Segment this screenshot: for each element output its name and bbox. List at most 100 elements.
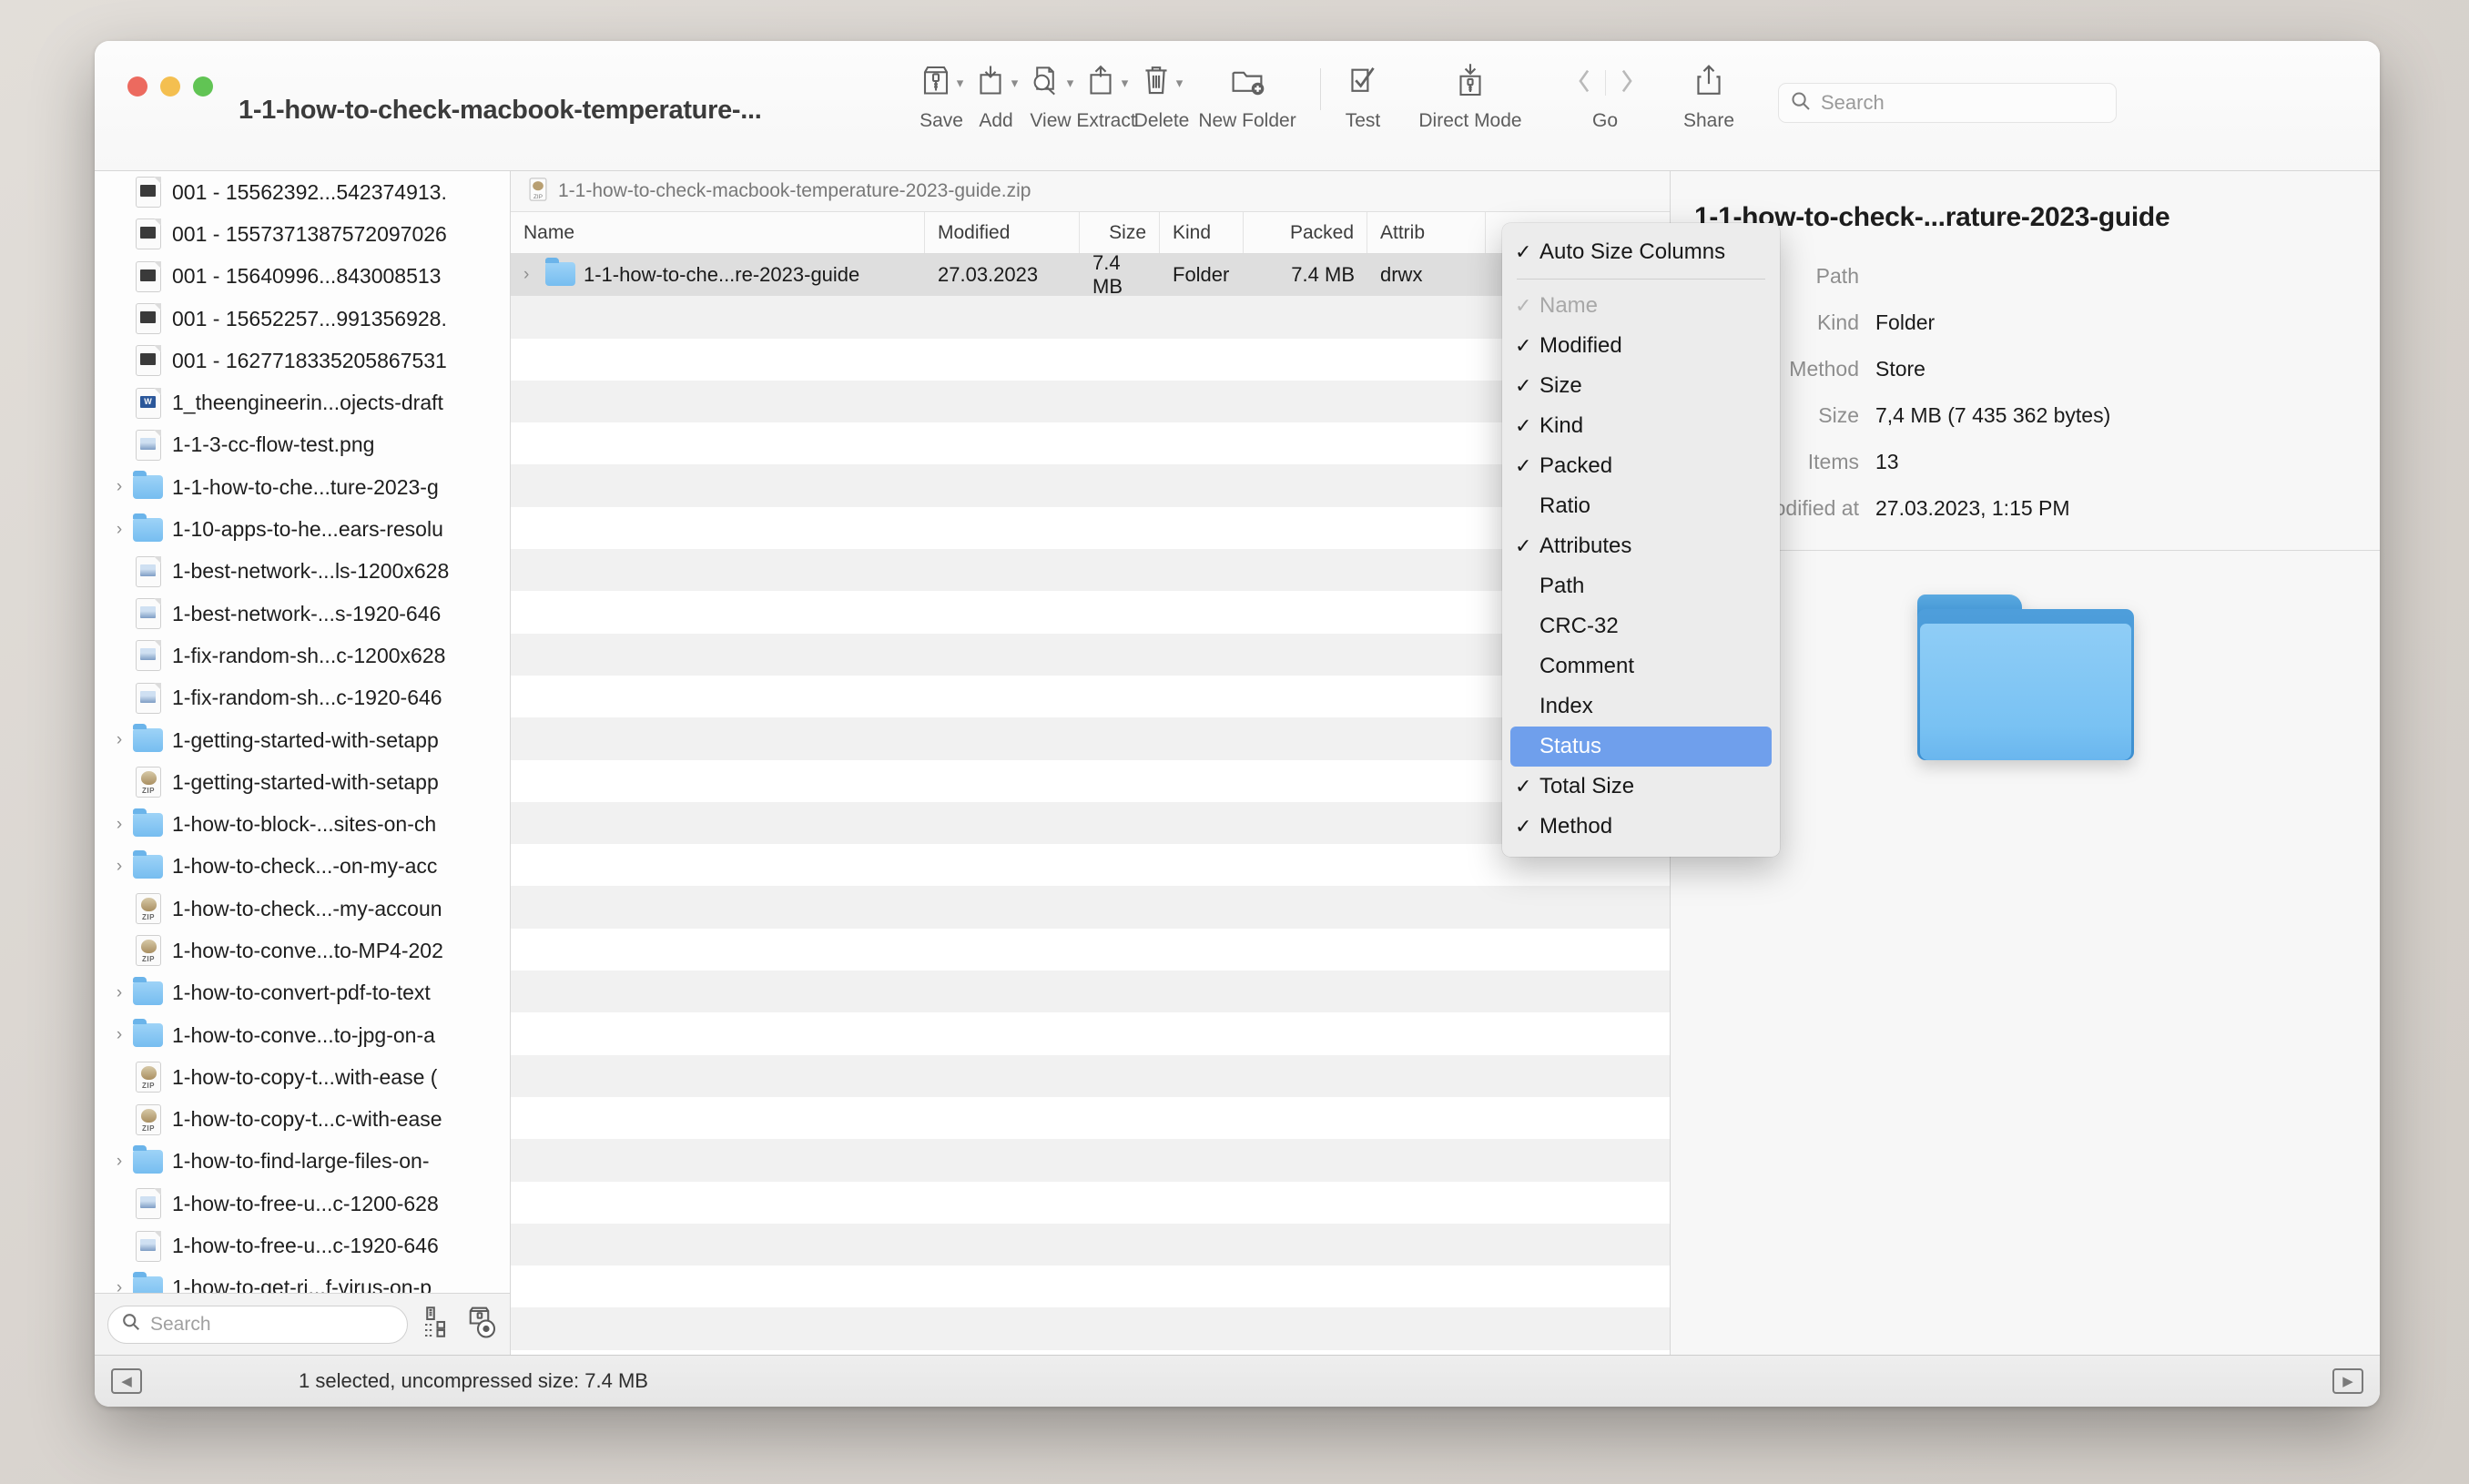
column-header-size[interactable]: Size <box>1080 212 1160 253</box>
back-icon[interactable] <box>1572 65 1596 102</box>
forward-icon[interactable] <box>1615 65 1639 102</box>
minimize-button[interactable] <box>160 76 180 97</box>
disclosure-triangle-icon[interactable]: › <box>106 1152 133 1172</box>
share-button[interactable]: Share <box>1660 61 1758 132</box>
menu-item[interactable]: ✓ Size <box>1502 366 1780 406</box>
sidebar-list-item[interactable]: 1-fix-random-sh...c-1200x628 <box>95 635 510 676</box>
disclosure-triangle-icon[interactable]: › <box>106 730 133 750</box>
sidebar-search-input[interactable]: Search <box>107 1305 408 1344</box>
delete-button[interactable]: ▾ Delete <box>1134 61 1189 132</box>
cell-kind: Folder <box>1173 263 1230 287</box>
sidebar-list-item[interactable]: 001 - 15652257...991356928. <box>95 298 510 340</box>
word-document-icon: W <box>136 387 161 419</box>
sidebar-list-item[interactable]: › 1-how-to-get-ri...f-virus-on-p <box>95 1267 510 1293</box>
column-options-context-menu[interactable]: ✓ Auto Size Columns ✓ Name ✓ Modified ✓ Size ✓ Ki… <box>1502 223 1780 857</box>
preview-eye-icon[interactable] <box>464 1306 497 1343</box>
archive-row-list[interactable]: › 1-1-how-to-che...re-2023-guide 27.03.202… <box>511 254 1670 1355</box>
sidebar-file-list[interactable]: 001 - 15562392...542374913. 001 - 1557371… <box>95 171 510 1293</box>
sidebar-list-item[interactable]: › 1-how-to-convert-pdf-to-text <box>95 972 510 1014</box>
disclosure-triangle-icon[interactable]: › <box>106 857 133 877</box>
column-header-kind[interactable]: Kind <box>1160 212 1244 253</box>
chevron-down-icon[interactable]: ▾ <box>1067 76 1074 90</box>
view-button[interactable]: ▾ View <box>1023 61 1078 132</box>
sidebar-list-item[interactable]: ZIP 1-how-to-conve...to-MP4-202 <box>95 930 510 971</box>
breadcrumb[interactable]: ZIP 1-1-how-to-check-macbook-temperature… <box>511 171 1670 212</box>
empty-row <box>511 801 1670 845</box>
disclosure-triangle-icon[interactable]: › <box>106 983 133 1003</box>
sidebar-list-item[interactable]: ZIP 1-getting-started-with-setapp <box>95 761 510 803</box>
menu-item[interactable]: ✓ Total Size <box>1502 767 1780 807</box>
disclosure-triangle-icon[interactable]: › <box>106 1025 133 1045</box>
chevron-down-icon[interactable]: ▾ <box>1122 76 1129 90</box>
sidebar-list-item[interactable]: 1-best-network-...s-1920-646 <box>95 593 510 635</box>
sidebar-list-item[interactable]: 1-fix-random-sh...c-1920-646 <box>95 677 510 719</box>
compress-icon[interactable] <box>421 1306 452 1343</box>
sidebar-list-item[interactable]: 1-how-to-free-u...c-1920-646 <box>95 1225 510 1266</box>
sidebar-list-item[interactable]: 1-1-3-cc-flow-test.png <box>95 424 510 466</box>
sidebar-list-item[interactable]: › 1-1-how-to-che...ture-2023-g <box>95 466 510 508</box>
menu-item[interactable]: ✓Index <box>1502 686 1780 727</box>
extract-archive-icon <box>1084 63 1117 104</box>
menu-item[interactable]: ✓Path <box>1502 566 1780 606</box>
test-button[interactable]: Test <box>1336 61 1390 132</box>
column-header-modified[interactable]: Modified <box>925 212 1080 253</box>
chevron-down-icon[interactable]: ▾ <box>957 76 964 90</box>
sidebar-item-label: 1-10-apps-to-he...ears-resolu <box>172 517 443 542</box>
go-button[interactable]: Go <box>1550 61 1660 132</box>
close-button[interactable] <box>127 76 147 97</box>
empty-row <box>511 339 1670 381</box>
sidebar-list-item[interactable]: 001 - 1557371387572097026 <box>95 213 510 255</box>
sidebar-list-item[interactable]: › 1-how-to-block-...sites-on-ch <box>95 803 510 845</box>
sidebar-list-item[interactable]: › 1-how-to-find-large-files-on- <box>95 1141 510 1183</box>
menu-item[interactable]: ✓ Auto Size Columns <box>1502 232 1780 272</box>
menu-item[interactable]: ✓Comment <box>1502 646 1780 686</box>
disclosure-triangle-icon[interactable]: › <box>106 477 133 497</box>
column-headers[interactable]: Name Modified Size Kind Packed Attrib <box>511 212 1670 254</box>
disclosure-triangle-icon[interactable]: › <box>523 265 545 285</box>
menu-item[interactable]: ✓ Method <box>1502 807 1780 847</box>
column-header-packed[interactable]: Packed <box>1244 212 1367 253</box>
sidebar-list-item[interactable]: › 1-getting-started-with-setapp <box>95 719 510 761</box>
disclosure-triangle-icon[interactable]: › <box>106 1278 133 1293</box>
sidebar-list-item[interactable]: ZIP 1-how-to-copy-t...with-ease ( <box>95 1056 510 1098</box>
sidebar-list-item[interactable]: › 1-how-to-conve...to-jpg-on-a <box>95 1014 510 1056</box>
table-row[interactable]: › 1-1-how-to-che...re-2023-guide 27.03.202… <box>511 254 1670 298</box>
disclosure-triangle-icon[interactable]: › <box>106 520 133 540</box>
menu-item[interactable]: ✓Status <box>1510 727 1772 767</box>
menu-item[interactable]: ✓ Modified <box>1502 326 1780 366</box>
menu-item[interactable]: ✓CRC-32 <box>1502 606 1780 646</box>
sidebar-list-item[interactable]: 001 - 15562392...542374913. <box>95 171 510 213</box>
desktop-background: 1-1-how-to-check-macbook-temperature-...… <box>0 0 2469 1484</box>
add-button[interactable]: ▾ Add <box>969 61 1023 132</box>
sidebar-list-item[interactable]: ZIP 1-how-to-copy-t...c-with-ease <box>95 1099 510 1141</box>
zoom-button[interactable] <box>193 76 213 97</box>
chevron-down-icon[interactable]: ▾ <box>1011 76 1019 90</box>
menu-item[interactable]: ✓ Attributes <box>1502 526 1780 566</box>
save-button[interactable]: ▾ Save <box>914 61 969 132</box>
chevron-down-icon[interactable]: ▾ <box>1176 76 1184 90</box>
menu-item[interactable]: ✓Ratio <box>1502 486 1780 526</box>
sidebar-list-item[interactable]: 001 - 1627718335205867531 <box>95 340 510 381</box>
menu-item[interactable]: ✓ Packed <box>1502 446 1780 486</box>
sidebar-list-item[interactable]: W 1_theengineerin...ojects-draft <box>95 381 510 423</box>
toolbar-search-field[interactable]: Search <box>1778 83 2117 123</box>
column-header-name[interactable]: Name <box>511 212 925 253</box>
sidebar-list-item[interactable]: › 1-10-apps-to-he...ears-resolu <box>95 508 510 550</box>
sidebar-list-item[interactable]: 1-how-to-free-u...c-1200-628 <box>95 1183 510 1225</box>
direct-mode-button[interactable]: Direct Mode <box>1390 61 1550 132</box>
empty-row <box>511 1097 1670 1139</box>
sidebar-list-item[interactable]: ZIP 1-how-to-check...-my-accoun <box>95 888 510 930</box>
disclosure-triangle-icon[interactable]: › <box>106 815 133 835</box>
extract-button[interactable]: ▾ Extract <box>1076 61 1136 132</box>
folder-icon <box>133 471 163 500</box>
new-folder-button[interactable]: New Folder <box>1189 61 1306 132</box>
column-header-attributes[interactable]: Attrib <box>1367 212 1486 253</box>
sidebar-list-item[interactable]: 001 - 15640996...843008513 <box>95 256 510 298</box>
sidebar-item-label: 1-how-to-copy-t...with-ease ( <box>172 1064 438 1089</box>
scroll-right-icon[interactable]: ▶ <box>2332 1368 2363 1394</box>
sidebar-list-item[interactable]: › 1-how-to-check...-on-my-acc <box>95 846 510 888</box>
scroll-left-icon[interactable]: ◀ <box>111 1368 142 1394</box>
sidebar-item-label: 1-how-to-free-u...c-1920-646 <box>172 1234 439 1258</box>
sidebar-list-item[interactable]: 1-best-network-...ls-1200x628 <box>95 551 510 593</box>
menu-item[interactable]: ✓ Kind <box>1502 406 1780 446</box>
